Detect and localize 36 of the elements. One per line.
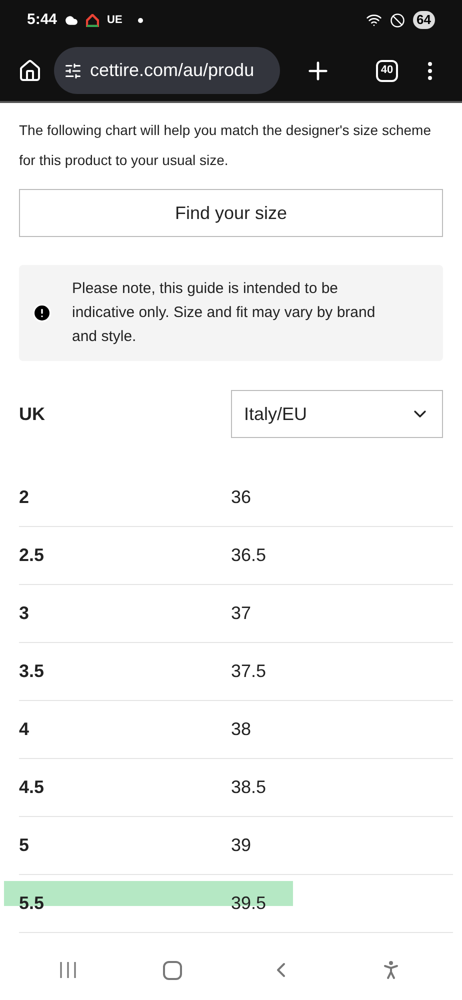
home-icon[interactable] (18, 58, 42, 82)
table-cell-text: 5 (19, 834, 30, 857)
table-cell-text: 36 (231, 486, 252, 509)
notice-text: Please note, this guide is intended to be indicative only. Size and fit may vary by brand and style. (72, 279, 376, 347)
find-size-button[interactable]: Find your size (19, 189, 443, 237)
table-cell-text: 38.5 (231, 776, 266, 799)
table-cell-text: 4 (19, 718, 30, 741)
battery-level: 64 (412, 11, 435, 29)
table-cell-text: 2.5 (19, 544, 46, 567)
wifi-icon (366, 12, 382, 28)
do-not-disturb-icon (390, 12, 405, 28)
cloud-icon (65, 14, 78, 26)
table-cell-text: 3.5 (19, 660, 46, 683)
recent-apps-icon[interactable] (59, 962, 78, 978)
table-cell-text: 38 (231, 718, 252, 741)
status-carrier: UE (107, 12, 122, 28)
home-app-icon (86, 14, 100, 26)
table-cell-text: 4.5 (19, 776, 46, 799)
site-settings-icon[interactable] (64, 62, 82, 80)
address-bar[interactable]: cettire.com/au/produ (54, 47, 280, 94)
alert-icon (32, 303, 52, 323)
status-time: 5:44 (27, 10, 58, 30)
size-system-select[interactable]: Italy/EU (231, 390, 443, 438)
column-header: UK (19, 402, 46, 426)
home-nav-icon[interactable] (163, 960, 182, 980)
table-cell-text: 39 (231, 834, 252, 857)
table-cell-text: 37 (231, 602, 252, 625)
url-text: cettire.com/au/produ (90, 59, 254, 82)
tab-count-button[interactable]: 40 (376, 60, 398, 82)
table-cell-text: 36.5 (231, 544, 266, 567)
intro-text: The following chart will help you match the designer's size scheme for this product to your usual size. (19, 121, 432, 170)
table-cell-text: 2 (19, 486, 30, 509)
table-cell-text: 5.5 (19, 892, 46, 915)
table-cell-text: 37.5 (231, 660, 266, 683)
table-cell-text: 39.5 (231, 892, 266, 915)
table-cell-text: 3 (19, 602, 30, 625)
